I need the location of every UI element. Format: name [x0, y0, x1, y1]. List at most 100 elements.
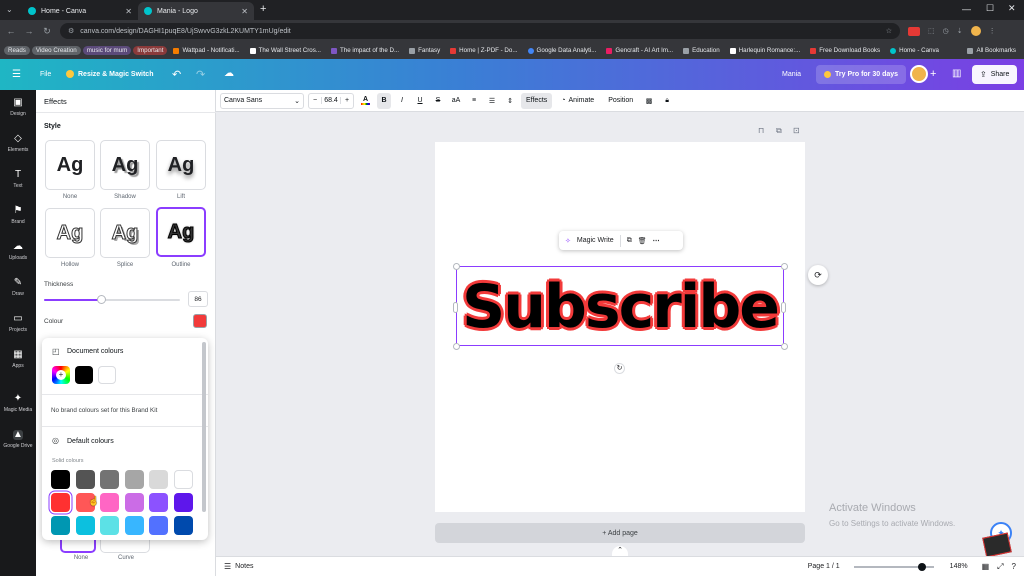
bookmark-home-canva[interactable]: Home - Canva: [886, 46, 943, 55]
letter-case-icon[interactable]: aA: [449, 93, 463, 109]
add-page-icon[interactable]: ⊡: [793, 126, 800, 135]
page-indicator[interactable]: Page 1 / 1: [808, 563, 840, 570]
history-icon[interactable]: ◷: [943, 27, 949, 35]
cloud-saved-icon[interactable]: ☁: [224, 68, 234, 79]
font-family-dropdown[interactable]: Canva Sans ⌄: [220, 92, 304, 109]
more-options-icon[interactable]: ⋯: [653, 237, 660, 245]
undo-icon[interactable]: ↶: [172, 68, 181, 81]
forward-icon[interactable]: →: [24, 26, 34, 36]
rail-draw[interactable]: ✎ Draw: [0, 278, 36, 298]
bookmark-free-books[interactable]: Free Download Books: [806, 46, 884, 55]
bookmark-star-icon[interactable]: ☆: [886, 27, 892, 35]
url-field[interactable]: ⚙ canva.com/design/DAGHI1puqE8/UjSwvvG3z…: [60, 23, 900, 39]
colour-swatch[interactable]: [51, 516, 70, 535]
subscribe-text[interactable]: Subscribe: [452, 267, 788, 347]
reload-icon[interactable]: ↻: [42, 26, 52, 37]
tab-mania-logo[interactable]: Mania - Logo ✕: [138, 2, 254, 20]
extensions-icon[interactable]: ⬚: [928, 27, 935, 35]
user-avatar[interactable]: [910, 65, 928, 83]
rail-brand[interactable]: ⚑ Brand: [0, 206, 36, 226]
refresh-icon[interactable]: ⟳: [808, 265, 828, 285]
popover-scrollbar[interactable]: [202, 342, 206, 512]
chevron-up-icon[interactable]: ⌃: [612, 546, 628, 556]
redo-icon[interactable]: ↷: [196, 68, 205, 81]
duplicate-icon[interactable]: ⧉: [627, 237, 632, 245]
tab-home-canva[interactable]: Home - Canva ✕: [22, 2, 138, 20]
thickness-value[interactable]: 86: [188, 291, 208, 307]
rail-uploads[interactable]: ☁ Uploads: [0, 242, 36, 262]
style-splice[interactable]: Ag: [100, 208, 150, 258]
bookmark-reads[interactable]: Reads: [4, 46, 30, 55]
style-hollow[interactable]: Ag: [45, 208, 95, 258]
maximize-icon[interactable]: ☐: [986, 3, 994, 14]
colour-swatch[interactable]: [124, 493, 144, 512]
colour-swatch[interactable]: [173, 470, 193, 489]
rail-google-drive[interactable]: ▲ Google Drive: [0, 430, 36, 450]
minus-icon[interactable]: −: [309, 97, 321, 104]
underline-icon[interactable]: U: [413, 93, 427, 109]
rail-apps[interactable]: ▦ Apps: [0, 350, 36, 370]
plus-icon[interactable]: +: [341, 97, 353, 104]
browser-menu-icon[interactable]: ⋮: [989, 27, 996, 35]
colour-swatch[interactable]: [124, 470, 144, 489]
design-name[interactable]: Mania: [782, 71, 801, 78]
colour-swatch[interactable]: [149, 516, 168, 535]
try-pro-button[interactable]: Try Pro for 30 days: [816, 65, 907, 84]
style-lift[interactable]: Ag: [156, 140, 206, 190]
style-shadow[interactable]: Ag: [100, 140, 150, 190]
font-size-stepper[interactable]: − 68.4 +: [308, 92, 354, 109]
bookmark-education[interactable]: Education: [679, 46, 724, 55]
add-people-icon[interactable]: +: [930, 68, 936, 80]
colour-swatch[interactable]: [100, 493, 119, 512]
animate-button[interactable]: ◔ Animate: [556, 93, 599, 109]
list-icon[interactable]: ☰: [485, 93, 499, 109]
align-center-icon[interactable]: ≡: [467, 93, 481, 109]
extension-adblock-icon[interactable]: [908, 26, 920, 36]
zoom-slider[interactable]: [853, 562, 934, 571]
colour-swatch[interactable]: [75, 516, 95, 535]
tab-search-icon[interactable]: ⌄: [6, 5, 13, 14]
strikethrough-icon[interactable]: S: [431, 93, 445, 109]
bookmark-important[interactable]: Important: [133, 46, 168, 55]
colour-swatch[interactable]: [149, 493, 168, 512]
colour-swatch[interactable]: [100, 470, 119, 489]
colour-swatch[interactable]: [100, 516, 119, 535]
close-icon[interactable]: ✕: [241, 7, 248, 16]
zoom-value[interactable]: 148%: [950, 563, 968, 570]
file-menu[interactable]: File: [40, 71, 51, 78]
italic-icon[interactable]: I: [395, 93, 409, 109]
bookmark-google-data[interactable]: Google Data Analyti...: [524, 46, 601, 55]
window-close-icon[interactable]: ✕: [1008, 3, 1016, 14]
rail-design[interactable]: ▣ Design: [0, 98, 36, 118]
effects-button[interactable]: Effects: [521, 92, 553, 109]
colour-swatch-button[interactable]: [193, 314, 207, 328]
lock-icon[interactable]: 🔒︎: [660, 93, 674, 109]
help-question-icon[interactable]: ?: [1012, 562, 1016, 571]
add-page-button[interactable]: + Add page: [435, 523, 805, 543]
transparency-icon[interactable]: ▩: [642, 93, 656, 109]
rail-magic-media[interactable]: ✦ Magic Media: [0, 394, 36, 414]
notes-icon[interactable]: ☰: [224, 562, 231, 571]
colour-swatch[interactable]: [124, 516, 144, 535]
slider-handle[interactable]: [97, 295, 106, 304]
colour-swatch[interactable]: [149, 470, 168, 489]
colour-swatch[interactable]: [51, 493, 70, 512]
bookmark-video-creation[interactable]: Video Creation: [31, 46, 81, 55]
resize-button[interactable]: Resize & Magic Switch: [66, 70, 153, 78]
back-icon[interactable]: ←: [6, 26, 16, 36]
style-none[interactable]: Ag: [45, 140, 95, 190]
rail-elements[interactable]: ◇ Elements: [0, 134, 36, 154]
close-icon[interactable]: ✕: [125, 7, 132, 16]
bookmark-wsj[interactable]: The Wall Street Cros...: [246, 46, 325, 55]
colour-swatch[interactable]: [75, 470, 95, 489]
bookmark-zpdf[interactable]: Home | Z-PDF - Do...: [446, 46, 521, 55]
rail-projects[interactable]: ▭ Projects: [0, 314, 36, 334]
zoom-handle[interactable]: [917, 562, 926, 571]
menu-icon[interactable]: ☰: [12, 69, 21, 80]
site-info-icon[interactable]: ⚙: [68, 27, 74, 35]
font-size-value[interactable]: 68.4: [321, 97, 341, 104]
spacing-icon[interactable]: ⇕: [503, 93, 517, 109]
minimize-icon[interactable]: —: [962, 4, 971, 14]
profile-avatar[interactable]: [970, 26, 981, 36]
text-color-button[interactable]: A: [358, 93, 373, 109]
